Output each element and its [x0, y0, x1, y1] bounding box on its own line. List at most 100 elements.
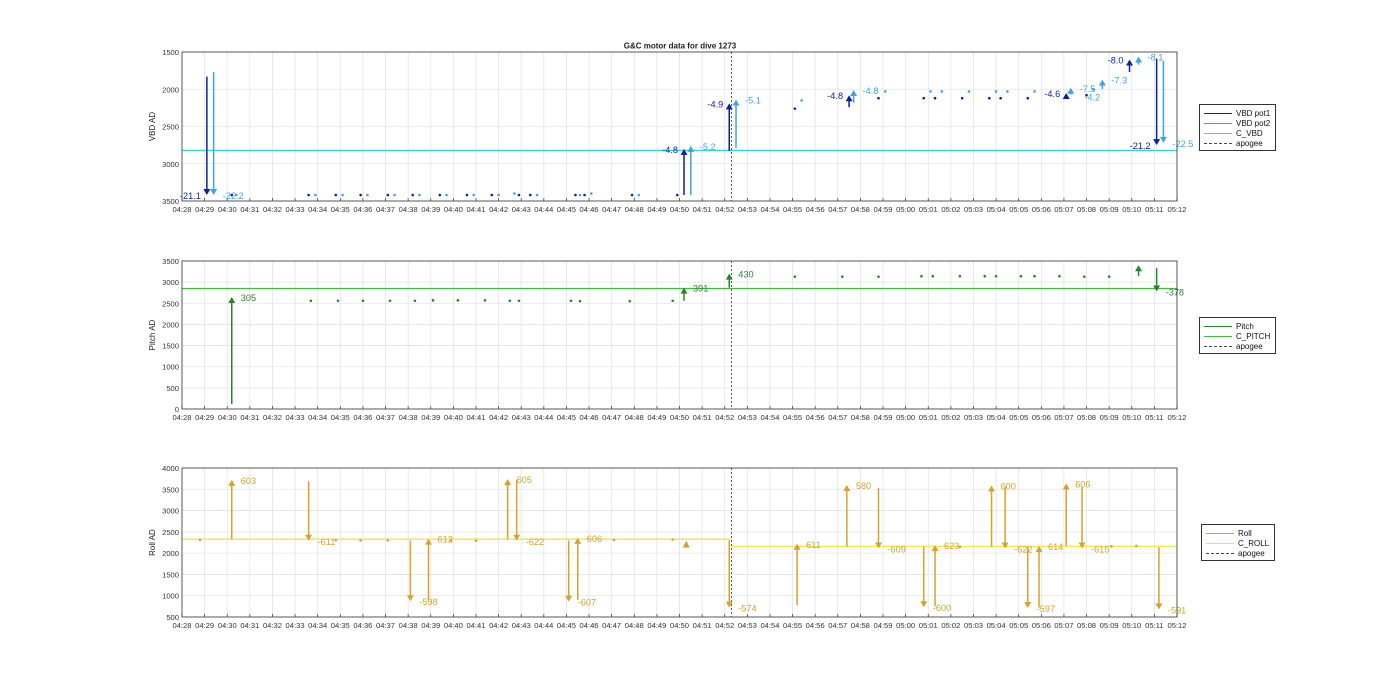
data-point-vbd-pot1 [877, 96, 880, 100]
x-tick-label: 04:33 [286, 205, 305, 214]
legend-label: C_PITCH [1236, 331, 1271, 341]
x-tick-label: 04:56 [806, 205, 825, 214]
data-point-vbd-pot2 [341, 193, 344, 197]
data-point-pitch [920, 274, 923, 278]
data-point-vbd-pot1 [334, 193, 338, 197]
data-point-vbd-pot1 [307, 193, 310, 197]
x-tick-label: 05:06 [1032, 413, 1051, 422]
data-point-pitch [958, 274, 962, 278]
x-tick-label: 04:29 [195, 413, 214, 422]
x-tick-label: 04:35 [331, 205, 350, 214]
event-label: -5.2 [700, 142, 716, 152]
data-point-vbd-pot2 [513, 192, 516, 195]
x-tick-label: 04:47 [602, 205, 621, 214]
x-tick-label: 05:12 [1167, 413, 1186, 422]
data-point-vbd-pot2 [1033, 90, 1036, 93]
x-tick-label: 05:06 [1032, 205, 1051, 214]
x-tick-label: 05:00 [896, 205, 915, 214]
x-tick-label: 04:39 [421, 621, 440, 630]
x-tick-label: 04:38 [399, 621, 418, 630]
data-point-pitch [841, 275, 844, 278]
x-tick-label: 05:02 [941, 621, 960, 630]
x-tick-label: 04:55 [783, 413, 802, 422]
event-label: -607 [578, 598, 596, 608]
data-point-vbd-pot2 [393, 193, 396, 197]
event-label: 606 [587, 534, 602, 544]
x-tick-label: 04:34 [308, 621, 327, 630]
x-tick-label: 04:42 [489, 621, 508, 630]
data-point-pitch [578, 299, 582, 303]
legend-swatch [1204, 112, 1232, 114]
x-tick-label: 04:53 [738, 621, 757, 630]
x-tick-label: 04:58 [851, 621, 870, 630]
x-tick-label: 04:40 [444, 205, 463, 214]
x-tick-label: 04:59 [874, 205, 893, 214]
legend-label: apogee [1236, 341, 1263, 351]
event-label: -622 [1014, 544, 1032, 554]
data-point-vbd-pot2 [578, 193, 582, 197]
y-tick-label: 3500 [162, 257, 179, 266]
x-tick-label: 05:04 [987, 205, 1006, 214]
legend-label: C_ROLL [1238, 538, 1270, 548]
x-tick-label: 04:34 [308, 205, 327, 214]
data-point-pitch [628, 299, 632, 303]
event-label: -609 [888, 544, 906, 554]
x-tick-label: 04:31 [240, 205, 259, 214]
data-point-vbd-pot1 [933, 96, 937, 100]
data-point-roll [474, 539, 478, 543]
y-tick-label: 3000 [162, 278, 179, 287]
data-point-pitch [1058, 274, 1061, 278]
legend-label: C_VBD [1236, 128, 1263, 138]
x-tick-label: 04:38 [399, 205, 418, 214]
data-point-vbd-pot1 [630, 193, 634, 197]
data-point-pitch [983, 274, 987, 278]
data-point-vbd-pot1 [583, 193, 586, 197]
x-tick-label: 04:45 [557, 205, 576, 214]
x-tick-label: 04:31 [240, 413, 259, 422]
legend-label: VBD pot1 [1236, 108, 1271, 118]
x-tick-label: 04:36 [353, 621, 372, 630]
x-tick-label: 04:34 [308, 413, 327, 422]
data-point-pitch [877, 275, 880, 278]
event-label: 580 [856, 481, 871, 491]
y-tick-label: 2000 [162, 549, 179, 558]
legend-label: Roll [1238, 528, 1252, 538]
x-tick-label: 04:32 [263, 413, 282, 422]
data-point-vbd-pot1 [922, 96, 926, 100]
data-point-pitch [508, 299, 512, 303]
legend-swatch [1206, 542, 1234, 544]
data-point-pitch [336, 299, 340, 303]
x-tick-label: 04:48 [625, 205, 644, 214]
event-label: -4.8 [662, 145, 678, 155]
y-axis-label: VBD AD [148, 112, 157, 142]
x-tick-label: 04:54 [760, 205, 779, 214]
x-tick-label: 04:53 [738, 413, 757, 422]
data-point-pitch [361, 299, 365, 303]
y-tick-label: 2000 [162, 320, 179, 329]
event-label: -8.0 [1108, 55, 1124, 65]
x-tick-label: 04:58 [851, 413, 870, 422]
annotation-label: -4.2 [1084, 92, 1100, 102]
x-tick-label: 05:10 [1122, 621, 1141, 630]
x-tick-label: 05:03 [964, 621, 983, 630]
x-tick-label: 04:35 [331, 413, 350, 422]
data-point-vbd-pot2 [366, 193, 369, 197]
data-point-vbd-pot2 [929, 90, 932, 93]
data-point-pitch [1082, 275, 1086, 278]
event-label: 605 [517, 475, 532, 485]
event-label: -21.1 [180, 191, 201, 201]
event-label: -615 [1091, 544, 1109, 554]
legend-item-c-vbd: C_VBD [1204, 128, 1270, 138]
x-tick-label: 04:44 [534, 621, 553, 630]
x-tick-label: 04:39 [421, 205, 440, 214]
data-point-vbd-pot1 [675, 193, 679, 197]
x-tick-label: 05:11 [1145, 621, 1163, 630]
x-tick-label: 05:08 [1077, 621, 1096, 630]
x-tick-label: 04:32 [263, 621, 282, 630]
x-tick-label: 05:00 [896, 413, 915, 422]
x-tick-label: 04:40 [444, 621, 463, 630]
x-tick-label: 04:28 [172, 413, 191, 422]
x-tick-label: 05:02 [941, 413, 960, 422]
data-point-pitch [413, 299, 417, 303]
x-tick-label: 04:35 [331, 621, 350, 630]
